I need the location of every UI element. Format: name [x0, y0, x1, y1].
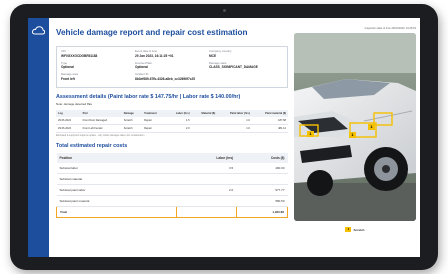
col-header: Part: [80, 109, 122, 117]
col-header: Labor (hrs): [165, 109, 192, 117]
type-value: Optional: [61, 65, 74, 70]
tablet-device: Vehicle damage report and repair cost es…: [10, 4, 438, 270]
costs-title: Total estimated repair costs: [56, 142, 128, 149]
table-cell: 2.0: [165, 124, 192, 133]
col-header: Damage: [121, 109, 143, 117]
assessment-table: Log Part Damage Treatment Labor (hrs) Ma…: [56, 109, 288, 133]
col-header: Paint material ($): [251, 109, 288, 117]
legend-label: Scratch: [353, 227, 365, 232]
info-row: Damage area Front left Incident ID 8b3ef…: [61, 73, 283, 81]
table-cell: [176, 205, 237, 218]
incident-value: 8b3ef689-67fb-4326-a8eb_cc32696f7c25: [135, 76, 196, 81]
camera-dot: [223, 9, 226, 12]
table-cell: 1.0: [217, 116, 252, 125]
table-cell: 1.0: [217, 124, 252, 133]
table-header-row: Position Labor (hrs) Costs ($): [56, 152, 288, 163]
table-cell: [236, 173, 288, 185]
tablet-screen: Vehicle damage report and repair cost es…: [28, 18, 420, 257]
table-cell: 3.5: [176, 162, 237, 174]
incident-cell: Incident ID 8b3ef689-67fb-4326-a8eb_cc32…: [135, 73, 283, 81]
table-cell: 481.12: [251, 124, 288, 133]
table-cell: Front Left Fender: [80, 124, 122, 133]
legend-swatch: 1: [345, 227, 352, 232]
cloud-logo-icon[interactable]: [32, 26, 45, 35]
vehicle-info-box: VIN WF0GXXGCDGBR51188 Event date & time …: [56, 46, 288, 88]
info-row: Type Optional License Plate Optional Dam…: [61, 61, 283, 70]
event-value: 29 Jan 2023, 16:11:25 +01: [135, 53, 174, 58]
table-cell: Subtotal material: [56, 173, 177, 185]
note-prefix: Note:: [56, 101, 63, 106]
assessment-title: Assessment details (Paint labor rate $ 1…: [56, 93, 241, 100]
table-row: Subtotal paint material 580.50: [56, 195, 288, 207]
col-header: Labor (hrs): [176, 152, 237, 163]
total-row: Total 1,920.86: [55, 205, 289, 218]
report-title: Vehicle damage report and repair cost es…: [56, 28, 248, 37]
damage-state-value: CLASS_SIGNIFICANT_DAMAGE: [209, 65, 258, 70]
table-cell: Repair: [142, 124, 166, 133]
damage-marker[interactable]: 1: [368, 124, 375, 130]
table-cell: [191, 116, 218, 125]
table-cell: 580.50: [236, 195, 288, 207]
app-sidebar: [28, 18, 49, 257]
vin-cell: VIN WF0GXXGCDGBR51188: [61, 49, 135, 58]
damage-marker[interactable]: 1: [349, 132, 356, 138]
country-value: MCE: [209, 53, 217, 58]
plate-cell: License Plate Optional: [135, 61, 209, 70]
note-label: damage detected: [63, 101, 87, 106]
costs-table: Position Labor (hrs) Costs ($) Subtotal …: [55, 152, 289, 218]
area-value: Front left: [61, 76, 75, 81]
table-cell: Subtotal labor: [56, 162, 177, 174]
table-row: Subtotal paint labor 2.0 977.77: [56, 184, 288, 196]
table-cell: Repair: [142, 116, 166, 125]
table-cell: Subtotal paint labor: [56, 184, 177, 196]
table-row: 29.06.2024 Front Left Fender Scratch Rep…: [56, 124, 288, 133]
vehicle-photo[interactable]: [294, 33, 416, 221]
photo-legend: 1 Scratch: [294, 227, 416, 232]
table-cell: 490.00: [236, 162, 288, 174]
col-header: Costs ($): [236, 152, 288, 163]
table-cell: Subtotal paint material: [56, 195, 177, 207]
table-header-row: Log Part Damage Treatment Labor (hrs) Ma…: [56, 109, 288, 117]
damage-marker[interactable]: 1: [307, 131, 314, 137]
col-header: Treatment: [142, 109, 166, 117]
area-cell: Damage area Front left: [61, 73, 135, 81]
table-cell: 29.06.2024: [56, 116, 81, 125]
assessment-note: Note: damage detected Yes: [56, 102, 288, 106]
col-header: Position: [56, 152, 177, 163]
table-cell: 1.5: [165, 116, 192, 125]
table-cell: Front Door Damaged: [80, 116, 122, 125]
table-cell: [191, 124, 218, 133]
col-header: Material ($): [191, 109, 218, 117]
type-cell: Type Optional: [61, 61, 135, 70]
table-cell: 1,920.86: [235, 205, 289, 218]
table-cell: 29.06.2024: [56, 124, 81, 133]
damage-state-cell: Damage state CLASS_SIGNIFICANT_DAMAGE: [209, 61, 283, 70]
note-value: Yes: [86, 101, 92, 106]
table-cell: 2.0: [176, 184, 237, 196]
vin-value: WF0GXXGCDGBR51188: [61, 53, 98, 58]
table-cell: [176, 173, 237, 185]
damage-report: Vehicle damage report and repair cost es…: [55, 28, 289, 218]
plate-value: Optional: [135, 65, 148, 70]
info-row: VIN WF0GXXGCDGBR51188 Event date & time …: [61, 49, 283, 58]
col-header: Log: [56, 109, 81, 117]
inspection-date: Inspection date of time 29/01/2023, 16:2…: [364, 27, 416, 30]
table-cell: Scratch: [121, 124, 143, 133]
table-cell: 187.68: [251, 116, 288, 125]
event-cell: Event date & time 29 Jan 2023, 16:11:25 …: [135, 49, 209, 58]
table-row: 29.06.2024 Front Door Damaged Scratch Re…: [56, 116, 288, 125]
col-header: Paint labor (hrs): [217, 109, 252, 117]
assessment-footnote: Estimated & supported repair & replace -…: [56, 134, 145, 137]
table-cell: [176, 195, 237, 207]
table-row: Subtotal labor 3.5 490.00: [56, 162, 288, 174]
table-row: Subtotal material: [56, 173, 288, 185]
table-cell: Scratch: [121, 116, 143, 125]
table-cell: 977.77: [236, 184, 288, 196]
table-cell: Total: [55, 205, 178, 218]
vehicle-photo-panel: Inspection date of time 29/01/2023, 16:2…: [294, 26, 416, 232]
country-cell: Company Country MCE: [209, 49, 283, 58]
